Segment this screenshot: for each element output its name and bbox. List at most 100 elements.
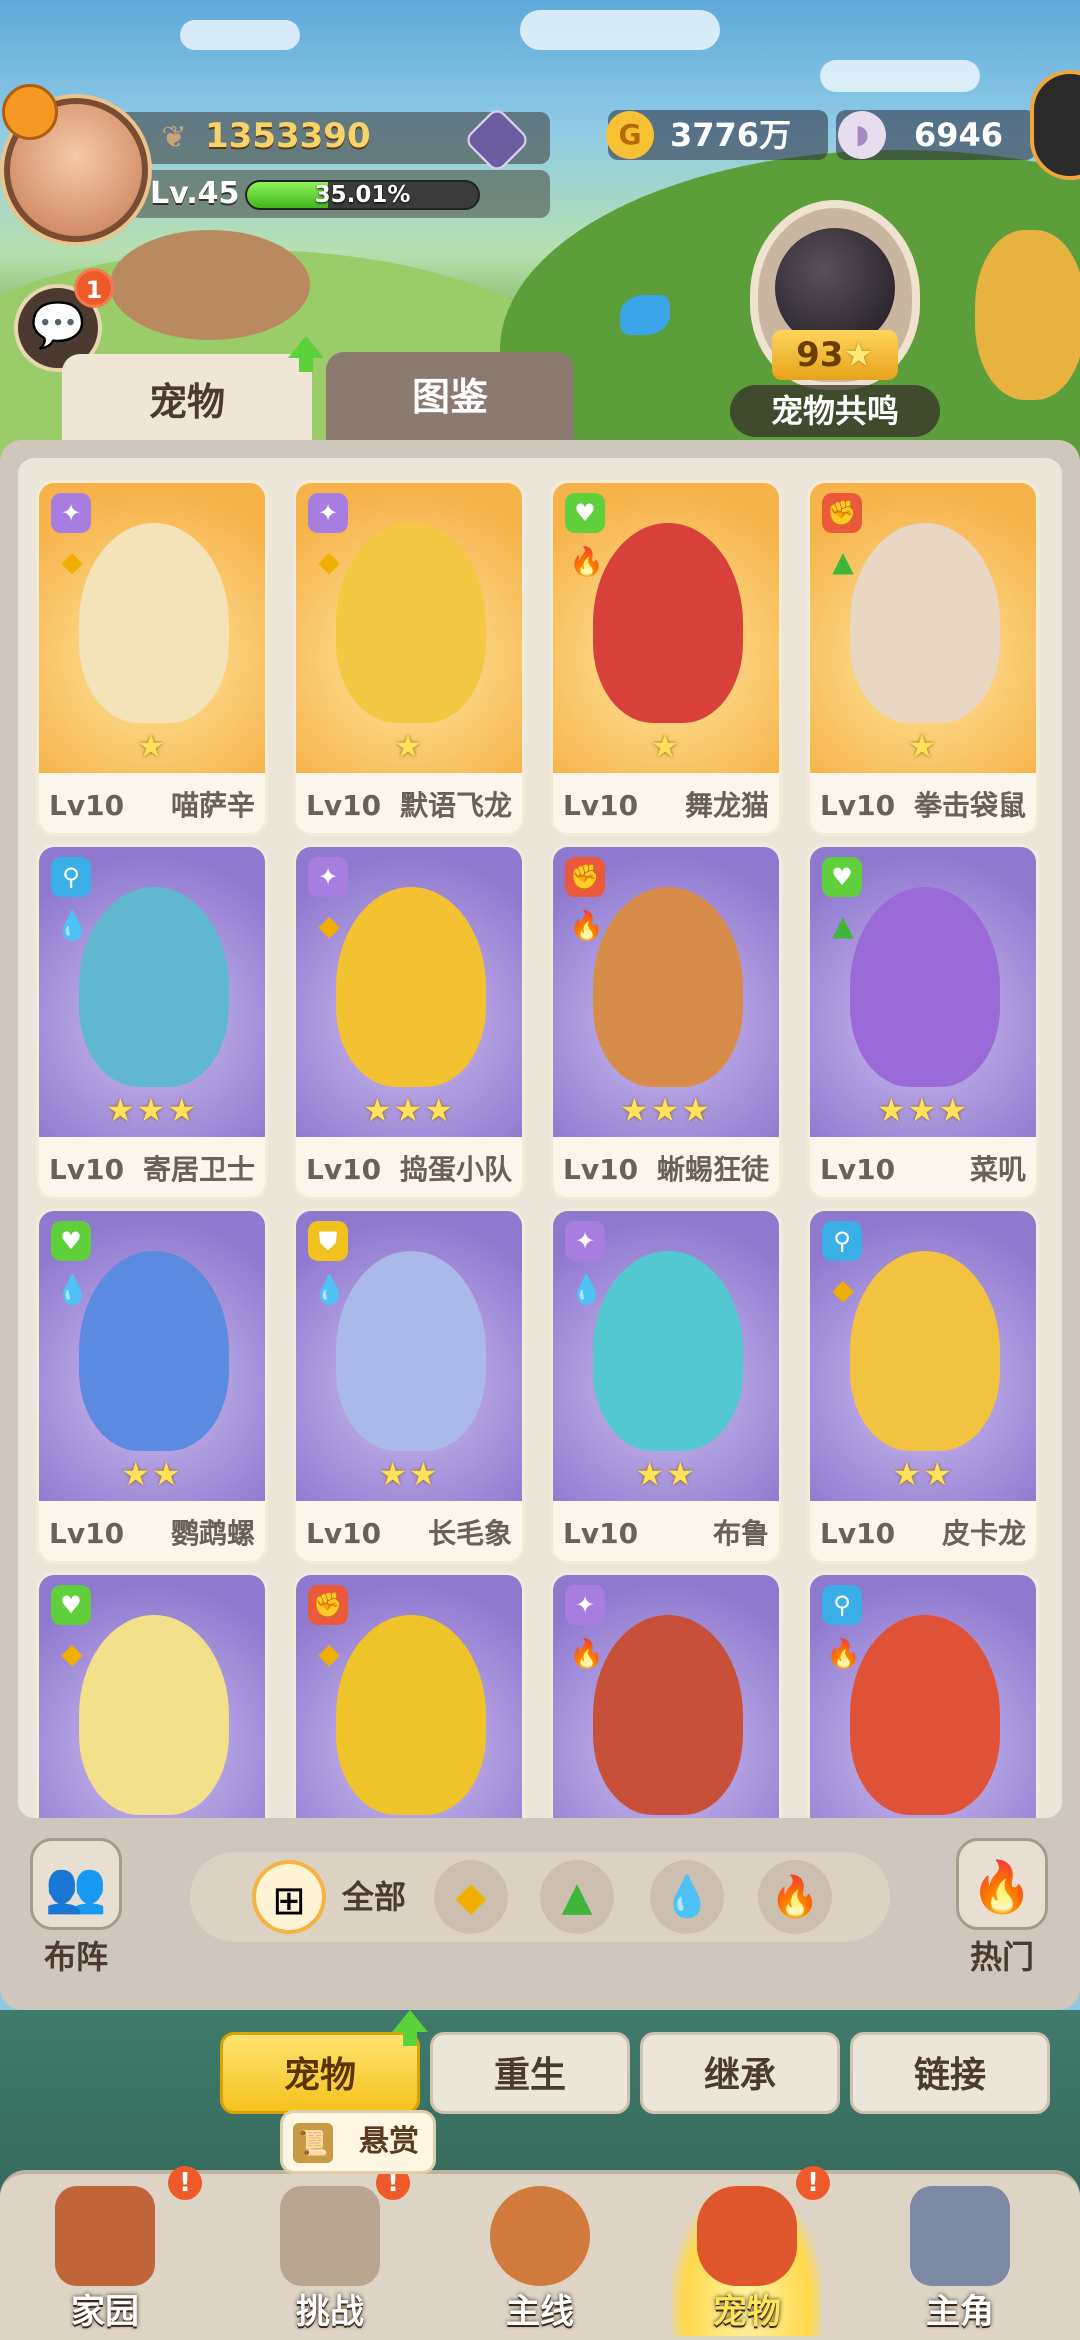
pet-card[interactable]: ♥ 🔥 ★ Lv10 舞龙猫	[550, 480, 782, 836]
pet-role-icon: ♥	[51, 1585, 91, 1625]
pet-level: Lv10	[563, 789, 639, 822]
bird-creature	[975, 230, 1080, 400]
nav-main-story[interactable]: 主线	[465, 2186, 615, 2336]
pet-stars: ★	[907, 727, 939, 765]
chat-bubble-icon: 💬	[30, 300, 86, 351]
pet-level: Lv10	[306, 789, 382, 822]
pet-level: Lv10	[820, 1517, 896, 1550]
player-level: Lv.45	[150, 176, 240, 211]
hot-button[interactable]: 🔥	[956, 1838, 1048, 1930]
pet-card[interactable]: ✊ 🔥 ★★★ Lv10 蜥蜴狂徒	[550, 844, 782, 1200]
pet-portrait	[850, 887, 1000, 1087]
bounty-button[interactable]: 📜 悬赏	[280, 2110, 436, 2174]
nav-pets-label: 宠物	[713, 2292, 781, 2332]
nav-hero[interactable]: 主角	[885, 2186, 1035, 2336]
pet-portrait	[593, 887, 743, 1087]
subtab-link[interactable]: 链接	[850, 2032, 1050, 2114]
pet-name: 鹦鹉螺	[170, 1517, 255, 1550]
xp-percent: 35.01%	[314, 182, 411, 208]
gold-coin-icon: G	[606, 111, 654, 159]
upgrade-arrow-icon	[392, 2010, 428, 2046]
pet-card[interactable]: ✦ ◆ ★★★ Lv10 捣蛋小队	[293, 844, 525, 1200]
pet-name: 喵萨辛	[170, 789, 255, 822]
water-element-icon: 💧	[312, 1273, 347, 1306]
pet-name: 舞龙猫	[684, 789, 769, 822]
pet-role-icon: ♥	[822, 857, 862, 897]
nav-home-label: 家园	[71, 2292, 139, 2332]
filter-fire-button[interactable]: 🔥	[758, 1860, 832, 1934]
side-menu-tab[interactable]	[1030, 70, 1080, 180]
pet-card[interactable]: ♥ 💧 ★★ Lv10 鹦鹉螺	[36, 1208, 268, 1564]
pet-name: 蜥蜴狂徒	[656, 1153, 769, 1186]
pet-card-footer: Lv10 捣蛋小队	[296, 1137, 522, 1197]
pet-card-footer: Lv10 喵萨辛	[39, 773, 265, 833]
pet-role-icon: ✦	[51, 493, 91, 533]
subtab-pets[interactable]: 宠物	[220, 2032, 420, 2114]
pets-alert-badge: !	[796, 2166, 830, 2200]
flame-icon: 🔥	[970, 1858, 1034, 1916]
earth-element-icon: ◆	[455, 1874, 487, 1920]
butterfly	[620, 295, 670, 335]
combat-power: 1353390	[205, 116, 371, 156]
pet-card[interactable]: ⚲ ◆ ★★ Lv10 皮卡龙	[807, 1208, 1039, 1564]
filter-water-button[interactable]: 💧	[650, 1860, 724, 1934]
shell-counter[interactable]: ◗ 6946	[836, 110, 1036, 160]
pet-portrait	[336, 887, 486, 1087]
resonance-value: 93★	[772, 330, 898, 380]
pet-role-icon: ✦	[308, 857, 348, 897]
wings-icon: ❦	[161, 120, 187, 155]
pet-card[interactable]: ✊ ◆	[293, 1572, 525, 1818]
tab-pets[interactable]: 宠物	[62, 354, 312, 450]
earth-element-icon: ◆	[318, 545, 340, 578]
pet-portrait	[593, 1251, 743, 1451]
home-alert-badge: !	[168, 2166, 202, 2200]
pet-card[interactable]: ⛊ 💧 ★★ Lv10 长毛象	[293, 1208, 525, 1564]
pet-card[interactable]: ♥ ▲ ★★★ Lv10 菜叽	[807, 844, 1039, 1200]
nav-challenge[interactable]: 挑战	[255, 2186, 405, 2336]
subtab-inherit[interactable]: 继承	[640, 2032, 840, 2114]
pet-companion-icon	[2, 84, 58, 140]
gold-counter[interactable]: G 3776万	[606, 110, 828, 160]
filter-earth-button[interactable]: ◆	[434, 1860, 508, 1934]
formation-label: 布阵	[44, 1938, 109, 1976]
nav-challenge-label: 挑战	[296, 2292, 364, 2332]
hot-label: 热门	[970, 1938, 1035, 1976]
filter-all-label: 全部	[342, 1878, 407, 1916]
home-icon	[55, 2186, 155, 2286]
gold-amount: 3776万	[670, 116, 792, 154]
filter-grass-button[interactable]: ▲	[540, 1860, 614, 1934]
pet-card[interactable]: ⚲ 💧 ★★★ Lv10 寄居卫士	[36, 844, 268, 1200]
earth-element-icon: ◆	[318, 909, 340, 942]
pet-resonance-button[interactable]: 93★ 宠物共鸣	[720, 200, 950, 440]
pet-role-icon: ⚲	[51, 857, 91, 897]
cloud	[180, 20, 300, 50]
nav-home[interactable]: 家园	[30, 2186, 180, 2336]
filter-all-button[interactable]: ⊞	[252, 1860, 326, 1934]
pet-name: 捣蛋小队	[399, 1153, 512, 1186]
subtab-rebirth[interactable]: 重生	[430, 2032, 630, 2114]
earth-element-icon: ◆	[61, 1637, 83, 1670]
pet-card[interactable]: ♥ ◆	[36, 1572, 268, 1818]
grass-element-icon: ▲	[832, 545, 854, 578]
pet-card[interactable]: ⚲ 🔥	[807, 1572, 1039, 1818]
pet-card[interactable]: ✦ ◆ ★ Lv10 默语飞龙	[293, 480, 525, 836]
pet-card[interactable]: ✦ 🔥	[550, 1572, 782, 1818]
formation-button[interactable]: 👥	[30, 1838, 122, 1930]
pet-role-icon: ✊	[308, 1585, 348, 1625]
pet-level: Lv10	[306, 1517, 382, 1550]
pet-role-icon: ♥	[565, 493, 605, 533]
pet-card[interactable]: ✦ 💧 ★★ Lv10 布鲁	[550, 1208, 782, 1564]
boar-creature	[110, 230, 310, 340]
pet-role-icon: ⚲	[822, 1585, 862, 1625]
pet-card[interactable]: ✦ ◆ ★ Lv10 喵萨辛	[36, 480, 268, 836]
tab-dex[interactable]: 图鉴	[326, 352, 574, 442]
pet-portrait	[79, 523, 229, 723]
pet-role-icon: ⚲	[822, 1221, 862, 1261]
pet-name: 默语飞龙	[399, 789, 512, 822]
pet-card[interactable]: ✊ ▲ ★ Lv10 拳击袋鼠	[807, 480, 1039, 836]
grid-icon: ⊞	[272, 1878, 306, 1924]
nav-pets[interactable]: 宠物	[672, 2186, 822, 2336]
pet-grid: ✦ ◆ ★ Lv10 喵萨辛 ✦ ◆ ★ Lv10 默语飞龙 ♥ 🔥 ★ Lv10 舞龙猫 ✊ ▲ ★ Lv10 拳击…	[18, 458, 1062, 1818]
pet-level: Lv10	[563, 1153, 639, 1186]
scroll-icon: 📜	[293, 2123, 333, 2163]
